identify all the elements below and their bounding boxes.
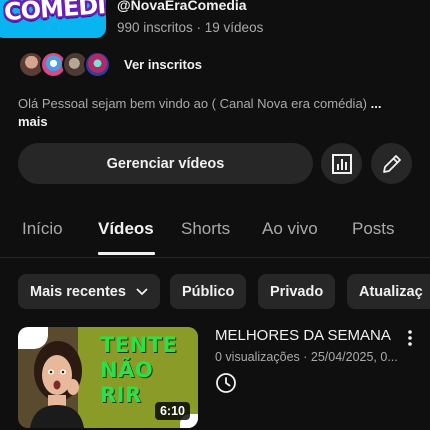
- filter-chip-private[interactable]: Privado: [258, 274, 336, 309]
- filter-chip-label: Privado: [270, 283, 324, 300]
- filter-chip-public[interactable]: Público: [170, 274, 247, 309]
- filter-chip-sort[interactable]: Mais recentes: [18, 274, 160, 309]
- more-vertical-icon: [408, 330, 412, 346]
- tab-videos[interactable]: Vídeos: [98, 219, 154, 239]
- channel-logo: COMÉDIA: [0, 0, 106, 38]
- video-duration: 6:10: [154, 402, 190, 420]
- filter-chip-label: Público: [182, 283, 235, 300]
- analytics-button[interactable]: [321, 143, 362, 184]
- thumbnail-text-line: NÃO: [100, 358, 154, 382]
- view-subscribers-link[interactable]: Ver inscritos: [124, 57, 202, 72]
- chevron-down-icon: [136, 287, 148, 295]
- active-tab-indicator: [98, 252, 155, 255]
- manage-videos-button[interactable]: Gerenciar vídeos: [18, 143, 313, 184]
- channel-handle: @NovaEraComedia: [117, 0, 247, 13]
- filter-chip-updated[interactable]: Atualizaç: [347, 274, 430, 309]
- subscriber-avatar: [84, 51, 111, 78]
- video-menu-button[interactable]: [402, 328, 418, 348]
- thumbnail-text-line: RIR: [100, 383, 142, 407]
- tab-ao-vivo[interactable]: Ao vivo: [262, 219, 318, 239]
- subscribers-row[interactable]: Ver inscritos: [18, 51, 202, 78]
- clock-icon: [216, 373, 236, 393]
- video-thumbnail[interactable]: TENTE NÃO RIR 6:10: [18, 327, 198, 428]
- description-text: Olá Pessoal sejam bem vindo ao ( Canal N…: [18, 96, 368, 111]
- channel-stats: 990 inscritos · 19 vídeos: [117, 20, 264, 35]
- edit-channel-button[interactable]: [371, 143, 412, 184]
- filter-chip-label: Atualizaç: [359, 283, 423, 300]
- description-more-link[interactable]: mais: [18, 114, 48, 129]
- video-meta: 0 visualizações · 25/04/2025, 0...: [215, 350, 398, 364]
- tabs-divider: [0, 257, 430, 258]
- channel-description[interactable]: Olá Pessoal sejam bem vindo ao ( Canal N…: [18, 95, 418, 131]
- channel-tabs: Início Vídeos Shorts Ao vivo Posts: [0, 210, 430, 255]
- filter-chip-label: Mais recentes: [30, 283, 126, 300]
- description-ellipsis: ...: [370, 96, 382, 111]
- thumbnail-text-line: TENTE: [100, 333, 178, 357]
- video-title[interactable]: MELHORES DA SEMANA: [215, 327, 391, 344]
- channel-logo-text: COMÉDIA: [3, 0, 106, 27]
- tab-posts[interactable]: Posts: [352, 219, 395, 239]
- pencil-icon: [382, 154, 401, 173]
- tab-shorts[interactable]: Shorts: [181, 219, 230, 239]
- tab-inicio[interactable]: Início: [22, 219, 63, 239]
- analytics-icon: [331, 153, 352, 174]
